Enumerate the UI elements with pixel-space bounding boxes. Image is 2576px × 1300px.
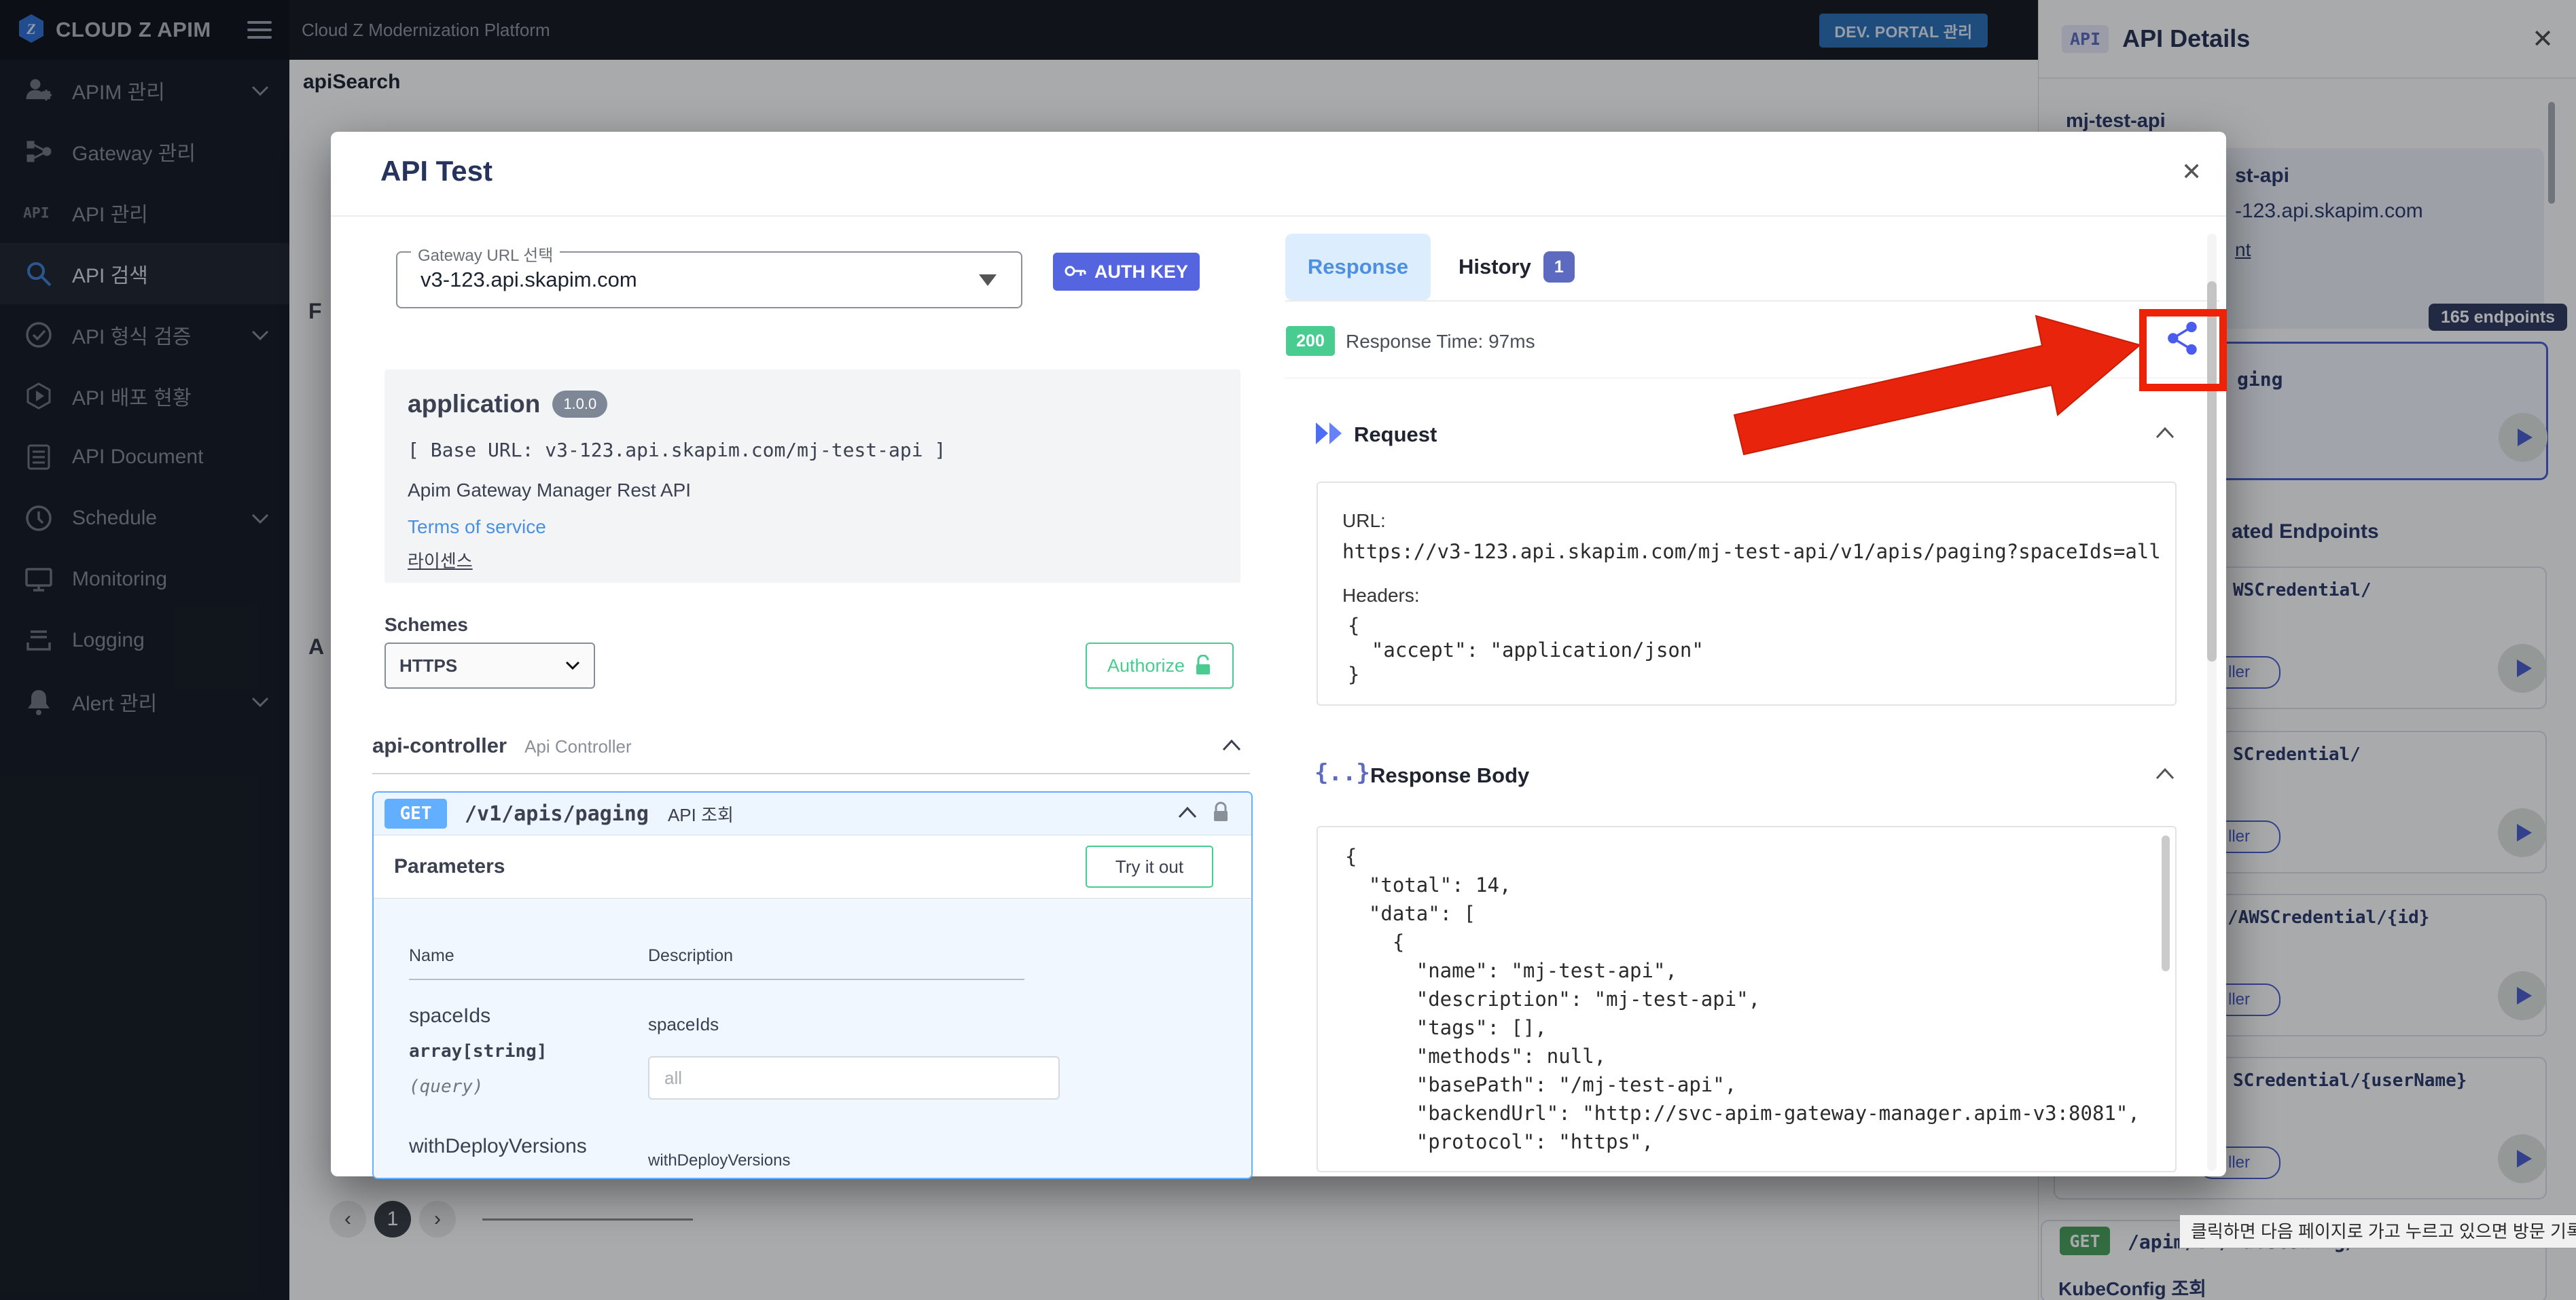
response-body-card: { "total": 14, "data": [ { "name": "mj-t… <box>1317 826 2177 1172</box>
caret-down-icon <box>979 274 997 286</box>
param-name: withDeployVersions <box>409 1135 587 1158</box>
operation-summary: API 조회 <box>668 801 734 827</box>
get-method-badge: GET <box>384 799 447 829</box>
base-url: [ Base URL: v3-123.api.skapim.com/mj-tes… <box>408 439 946 461</box>
operation-header[interactable]: GET /v1/apis/paging API 조회 <box>374 793 1251 835</box>
controller-description: Api Controller <box>524 736 632 757</box>
parameters-title: Parameters <box>394 855 505 878</box>
gateway-url-select[interactable]: Gateway URL 선택 v3-123.api.skapim.com <box>396 251 1022 308</box>
tab-response[interactable]: Response <box>1285 234 1431 300</box>
request-title: Request <box>1354 422 1437 447</box>
divider <box>372 773 1250 774</box>
request-icon <box>1314 421 1344 449</box>
try-it-out-button[interactable]: Try it out <box>1086 846 1213 888</box>
schemes-value: HTTPS <box>399 655 457 676</box>
param-name: spaceIds <box>409 1005 490 1028</box>
param-description: withDeployVersions <box>648 1151 790 1170</box>
lock-icon[interactable] <box>1212 801 1230 827</box>
code-scrollbar[interactable] <box>2162 835 2170 971</box>
browser-status-tooltip: 클릭하면 다음 페이지로 가고 누르고 있으면 방문 기록이 나타납니다 <box>2179 1214 2576 1248</box>
url-label: URL: <box>1342 510 1386 532</box>
column-header-description: Description <box>648 946 733 966</box>
param-spaceids-input[interactable] <box>648 1056 1060 1100</box>
param-location: (query) <box>409 1077 484 1097</box>
app-description: Apim Gateway Manager Rest API <box>408 480 691 501</box>
response-body-title: Response Body <box>1370 763 1529 788</box>
param-type: array[string] <box>409 1041 548 1062</box>
chevron-up-icon[interactable] <box>1178 806 1197 822</box>
authorize-label: Authorize <box>1107 655 1185 676</box>
app-name: application <box>408 390 540 418</box>
close-icon[interactable]: ✕ <box>2181 158 2202 186</box>
key-icon <box>1065 261 1086 283</box>
schemes-label: Schemes <box>384 614 468 636</box>
column-header-name: Name <box>409 946 454 966</box>
terms-of-service-link[interactable]: Terms of service <box>408 516 546 538</box>
version-badge: 1.0.0 <box>552 391 607 418</box>
operation-path: /v1/apis/paging <box>465 802 649 826</box>
response-json: { "total": 14, "data": [ { "name": "mj-t… <box>1345 842 2140 1156</box>
unlock-icon <box>1194 655 1212 676</box>
request-headers: { "accept": "application/json" } <box>1348 613 1704 687</box>
modal-title: API Test <box>380 155 493 187</box>
authorize-button[interactable]: Authorize <box>1086 643 1234 689</box>
headers-label: Headers: <box>1342 585 1420 607</box>
parameters-table: Name Description spaceIds array[string] … <box>374 899 1251 1179</box>
auth-key-label: AUTH KEY <box>1094 261 1188 283</box>
request-url: https://v3-123.api.skapim.com/mj-test-ap… <box>1342 540 2161 563</box>
chevron-up-icon[interactable] <box>2155 768 2175 783</box>
divider <box>331 215 2226 217</box>
tab-history[interactable]: History 1 <box>1459 251 1575 283</box>
gateway-url-label: Gateway URL 선택 <box>411 242 560 266</box>
operation-block-get-paging: GET /v1/apis/paging API 조회 Parameters Tr… <box>372 791 1253 1179</box>
annotation-highlight-box <box>2139 309 2227 391</box>
api-test-modal: API Test ✕ Gateway URL 선택 v3-123.api.ska… <box>331 132 2226 1176</box>
response-time: Response Time: 97ms <box>1346 331 1535 353</box>
annotation-arrow <box>1725 299 2160 475</box>
application-info-block: application 1.0.0 [ Base URL: v3-123.api… <box>384 369 1240 583</box>
tab-history-label: History <box>1459 255 1531 279</box>
controller-name: api-controller <box>372 734 507 758</box>
history-count-badge: 1 <box>1543 251 1575 283</box>
auth-key-button[interactable]: AUTH KEY <box>1053 253 1200 291</box>
divider <box>409 979 1024 980</box>
request-card: URL: https://v3-123.api.skapim.com/mj-te… <box>1317 482 2177 706</box>
parameters-header: Parameters Try it out <box>374 835 1251 899</box>
status-code-badge: 200 <box>1286 326 1335 356</box>
braces-icon: {..} <box>1314 759 1370 787</box>
param-description: spaceIds <box>648 1014 719 1035</box>
caret-down-icon <box>565 661 580 670</box>
gateway-url-value: v3-123.api.skapim.com <box>421 268 637 292</box>
license-link[interactable]: 라이센스 <box>408 547 473 573</box>
schemes-select[interactable]: HTTPS <box>384 643 595 689</box>
chevron-up-icon[interactable] <box>1222 739 1241 755</box>
